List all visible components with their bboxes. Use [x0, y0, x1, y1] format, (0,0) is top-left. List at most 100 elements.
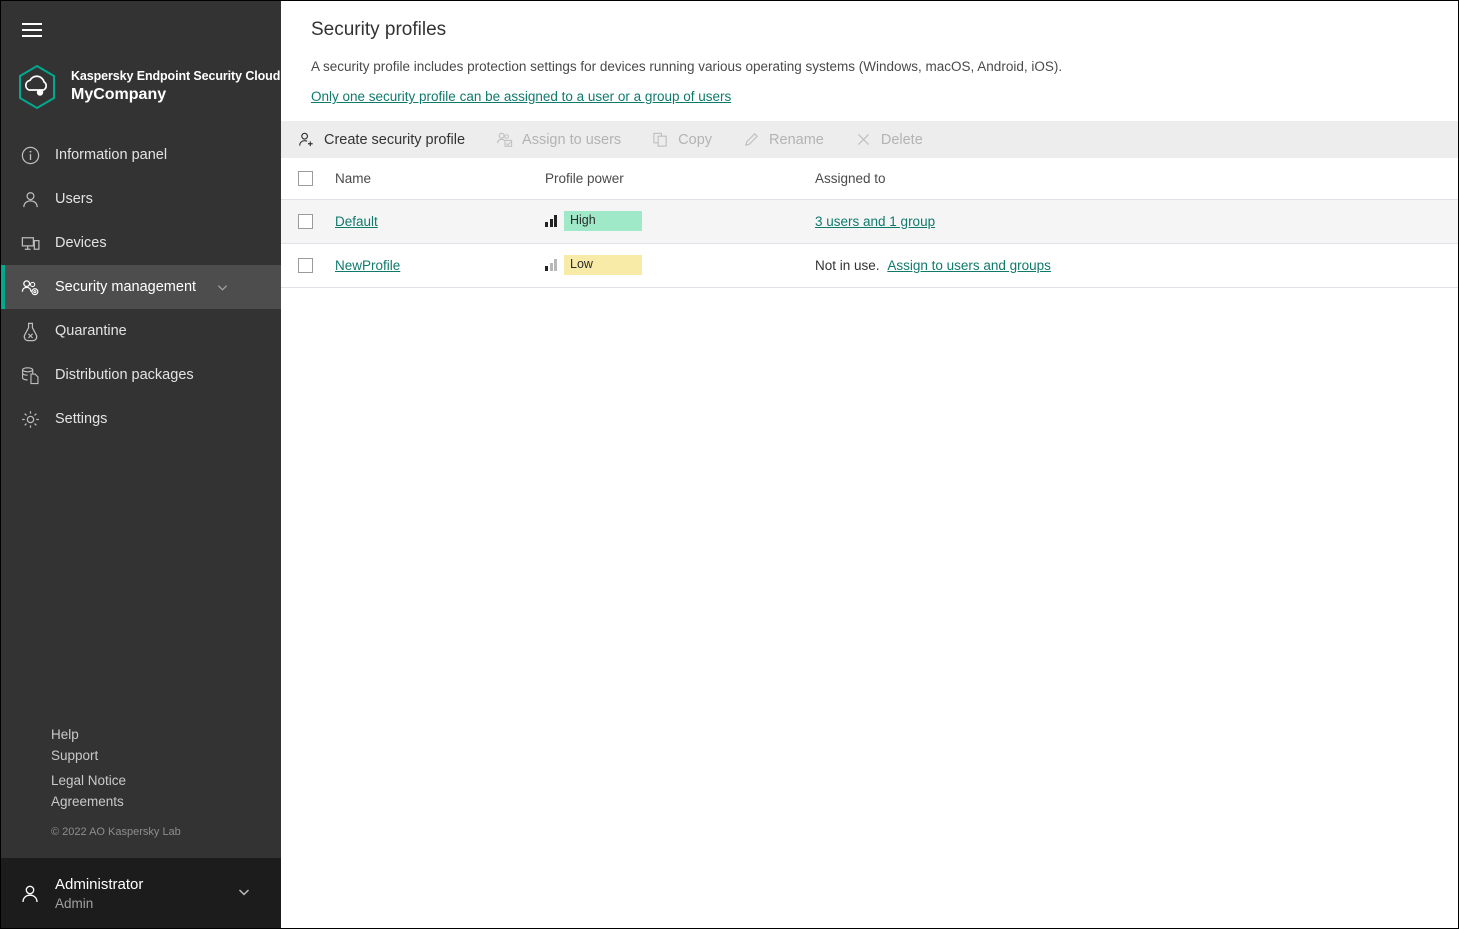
row-select-cell	[281, 243, 335, 288]
info-link[interactable]: Only one security profile can be assigne…	[311, 89, 731, 104]
profile-name-link[interactable]: NewProfile	[335, 258, 400, 273]
sidebar-item-label: Distribution packages	[55, 367, 194, 383]
copy-button[interactable]: Copy	[652, 121, 727, 158]
page-title: Security profiles	[311, 19, 447, 40]
profile-name-link[interactable]: Default	[335, 214, 378, 229]
toolbar-button-label: Rename	[769, 131, 824, 148]
footer-link-help[interactable]: Help	[51, 724, 281, 745]
hamburger-menu-icon[interactable]	[11, 9, 53, 51]
select-all-checkbox[interactable]	[298, 171, 313, 187]
sidebar-item-information-panel[interactable]: Information panel	[1, 133, 281, 177]
hamburger-bar	[22, 35, 42, 37]
assign-users-icon	[496, 131, 513, 148]
users-gear-icon	[19, 276, 41, 298]
signal-bars-icon	[545, 215, 557, 227]
table-row[interactable]: Default High 3 users and 1 group	[281, 199, 1458, 244]
create-security-profile-button[interactable]: Create security profile	[298, 121, 480, 158]
user-account-box[interactable]: Administrator Admin	[1, 858, 281, 928]
profile-power-cell: High	[545, 199, 815, 244]
select-all-header-cell	[281, 158, 335, 200]
action-toolbar: Create security profile Assign to users	[281, 121, 1458, 158]
sidebar-item-settings[interactable]: Settings	[1, 397, 281, 441]
sidebar-item-label: Information panel	[55, 147, 168, 163]
brand-text: Kaspersky Endpoint Security Cloud MyComp…	[71, 69, 280, 106]
sidebar-footer-links: Help Support Legal Notice Agreements	[1, 724, 281, 812]
assign-to-users-button[interactable]: Assign to users	[496, 121, 636, 158]
toolbar-button-label: Assign to users	[522, 131, 622, 148]
not-in-use-label: Not in use.	[815, 257, 880, 273]
hamburger-bar	[22, 29, 42, 31]
profile-name-cell: NewProfile	[335, 243, 545, 288]
column-header-profile-power[interactable]: Profile power	[545, 158, 815, 200]
signal-bar	[549, 262, 553, 271]
user-display-name: Administrator	[55, 875, 144, 893]
column-header-assigned-to[interactable]: Assigned to	[815, 158, 1458, 200]
sidebar-item-label: Settings	[55, 411, 108, 427]
footer-link-support[interactable]: Support	[51, 745, 281, 766]
database-copy-icon	[19, 364, 41, 386]
user-icon	[19, 188, 41, 210]
signal-bar	[554, 215, 557, 227]
delete-button[interactable]: Delete	[855, 121, 938, 158]
kaspersky-hexagon-cloud-logo-icon	[15, 63, 59, 111]
sidebar-item-label: Quarantine	[55, 323, 127, 339]
sidebar-item-devices[interactable]: Devices	[1, 221, 281, 265]
info-circle-icon	[19, 144, 41, 166]
profile-power-badge: Low	[564, 255, 642, 275]
assign-to-users-and-groups-link[interactable]: Assign to users and groups	[887, 258, 1051, 273]
signal-bar	[554, 259, 557, 271]
row-select-cell	[281, 199, 335, 244]
table-body: Default High 3 users and 1 group NewProf…	[281, 199, 1458, 288]
row-checkbox[interactable]	[298, 213, 313, 229]
application-window: Kaspersky Endpoint Security Cloud MyComp…	[0, 0, 1459, 929]
profile-power-cell: Low	[545, 243, 815, 288]
user-plus-icon	[298, 131, 315, 148]
security-profiles-table: Name Profile power Assigned to Default H…	[281, 158, 1458, 288]
column-header-name[interactable]: Name	[335, 158, 545, 200]
page-header: Security profiles A security profile inc…	[281, 1, 1458, 121]
sidebar-nav: Information panel Users Devices Security…	[1, 133, 281, 441]
brand-product-name: Kaspersky Endpoint Security Cloud	[71, 68, 281, 83]
table-header: Name Profile power Assigned to	[281, 158, 1458, 200]
brand-block: Kaspersky Endpoint Security Cloud MyComp…	[1, 51, 281, 115]
main-content: Security profiles A security profile inc…	[281, 1, 1458, 928]
profile-power-badge: High	[564, 211, 642, 231]
toolbar-button-label: Delete	[880, 131, 923, 148]
footer-link-legal-notice[interactable]: Legal Notice	[51, 770, 281, 791]
sidebar-item-label: Security management	[55, 279, 197, 295]
signal-bar	[549, 218, 553, 227]
brand-company-name: MyCompany	[71, 86, 167, 104]
row-checkbox[interactable]	[298, 257, 313, 273]
table-row[interactable]: NewProfile Low Not in use. Assign to use…	[281, 243, 1458, 288]
copy-icon	[652, 131, 669, 148]
sidebar-item-quarantine[interactable]: Quarantine	[1, 309, 281, 353]
sidebar: Kaspersky Endpoint Security Cloud MyComp…	[1, 1, 281, 928]
pencil-icon	[743, 131, 760, 148]
footer-link-agreements[interactable]: Agreements	[51, 791, 281, 812]
devices-icon	[19, 232, 41, 254]
user-avatar-icon	[19, 883, 41, 905]
sidebar-item-label: Devices	[55, 235, 107, 251]
chevron-down-icon[interactable]	[237, 885, 251, 904]
sidebar-item-label: Users	[55, 191, 93, 207]
rename-button[interactable]: Rename	[743, 121, 839, 158]
table-header-row: Name Profile power Assigned to	[281, 158, 1458, 200]
signal-bar	[545, 266, 548, 271]
signal-bars-icon	[545, 259, 557, 271]
gear-icon	[19, 408, 41, 430]
sidebar-item-security-management[interactable]: Security management	[1, 265, 281, 309]
sidebar-item-distribution-packages[interactable]: Distribution packages	[1, 353, 281, 397]
user-role-label: Admin	[55, 896, 94, 912]
flask-icon	[19, 320, 41, 342]
assigned-to-cell: 3 users and 1 group	[815, 199, 1458, 244]
assigned-to-cell: Not in use. Assign to users and groups	[815, 243, 1458, 288]
signal-bar	[545, 222, 548, 227]
toolbar-button-label: Copy	[678, 131, 713, 148]
user-names: Administrator Admin	[55, 875, 223, 913]
sidebar-item-users[interactable]: Users	[1, 177, 281, 221]
close-x-icon	[855, 131, 872, 148]
copyright-text: © 2022 AO Kaspersky Lab	[51, 826, 181, 838]
assigned-to-link[interactable]: 3 users and 1 group	[815, 214, 935, 229]
chevron-down-icon[interactable]	[216, 281, 229, 294]
